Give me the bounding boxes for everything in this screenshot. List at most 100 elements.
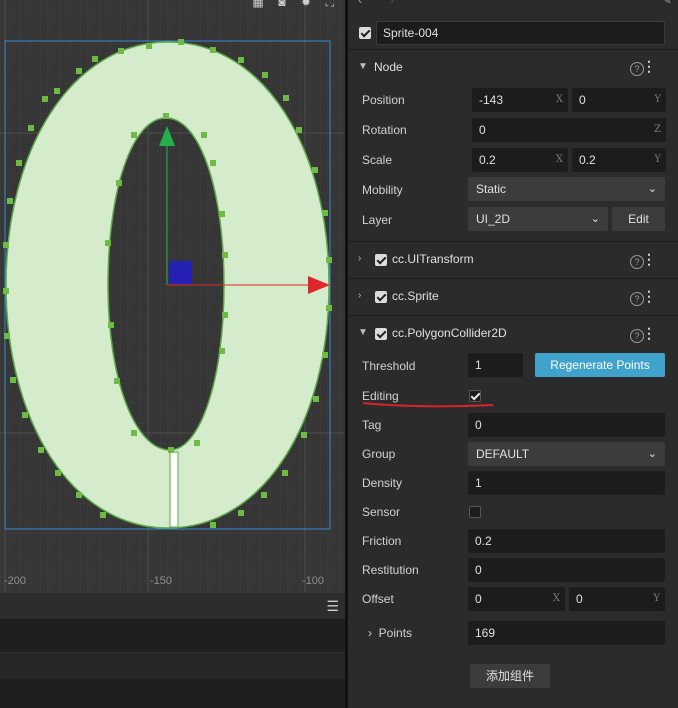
scale-label: Scale [362,153,393,167]
axis-z-letter: Z [654,124,661,135]
rotation-label: Rotation [362,123,407,137]
node-active-checkbox[interactable] [359,27,371,39]
gear-icon[interactable]: ✹ [297,0,315,10]
axis-y-letter: Y [653,593,660,604]
mobility-value: Static [476,182,507,196]
chevron-down-icon: ⌄ [647,183,657,195]
inspector-nav: ‹ › ✎ [348,0,678,8]
points-expander[interactable]: › Points [368,626,412,640]
forward-icon[interactable]: › [390,0,394,7]
scale-x-value: 0.2 [479,153,496,167]
back-icon[interactable]: ‹ [358,0,362,7]
section-title: Node [374,60,403,74]
threshold-label: Threshold [362,359,416,373]
density-label: Density [362,476,403,490]
node-name-input[interactable]: Sprite-004 [376,21,665,45]
uitransform-section-header[interactable]: › cc.UITransform ? ⋮ [348,241,678,278]
dock-row [0,653,345,678]
more-icon[interactable]: ⋮ [642,58,656,75]
scene-canvas[interactable] [0,0,345,593]
layer-select[interactable]: UI_2D ⌄ [468,207,608,231]
rotation-input[interactable]: 0Z [472,118,666,142]
editing-checkbox[interactable] [469,390,481,402]
component-title: cc.PolygonCollider2D [392,326,507,340]
collider-enabled-checkbox[interactable] [375,328,387,340]
threshold-input[interactable]: 1 [468,353,523,377]
sprite-section-header[interactable]: › cc.Sprite ? ⋮ [348,278,678,315]
component-title: cc.Sprite [392,289,439,303]
density-input[interactable]: 1 [468,471,665,495]
chevron-down-icon: ⌄ [590,213,600,225]
mobility-label: Mobility [362,183,403,197]
offset-x-value: 0 [475,592,482,606]
offset-x-input[interactable]: 0X [468,587,565,611]
axis-x-letter: X [555,94,563,105]
chevron-down-icon: ▼ [358,61,368,72]
scale-y-value: 0.2 [579,153,596,167]
axis-label: -200 [4,575,27,587]
pin-icon[interactable]: ✎ [661,0,672,8]
position-y-input[interactable]: 0Y [572,88,666,112]
chevron-down-icon: ▼ [358,327,368,338]
uitransform-enabled-checkbox[interactable] [375,254,387,266]
more-icon[interactable]: ⋮ [642,251,656,268]
bottom-dock: ☰ [0,593,345,708]
scale-x-input[interactable]: 0.2 X [472,148,568,172]
regenerate-points-button[interactable]: Regenerate Points [535,353,665,377]
node-section-header[interactable]: ▼ Node ? ⋮ [348,49,678,86]
friction-input[interactable]: 0.2 [468,529,665,553]
chevron-down-icon: ⌄ [647,448,657,460]
chevron-right-icon: › [358,253,362,264]
friction-label: Friction [362,534,402,548]
axis-y-letter: Y [654,94,661,105]
restitution-label: Restitution [362,563,419,577]
editing-label: Editing [362,389,399,403]
points-label: Points [378,626,413,640]
axis-x-letter: X [555,154,563,165]
rotation-value: 0 [479,123,486,137]
axis-label: -150 [150,575,173,587]
layer-value: UI_2D [476,212,511,226]
transform-icon[interactable]: ⛶ [321,0,339,10]
position-label: Position [362,93,405,107]
group-select[interactable]: DEFAULT ⌄ [468,442,665,466]
inspector-panel: ‹ › ✎ Sprite-004 ▼ Node ? ⋮ Position -14… [348,0,678,708]
grid-icon[interactable]: ▦ [249,0,267,10]
points-count-input[interactable]: 169 [468,621,665,645]
group-label: Group [362,447,396,461]
mobility-select[interactable]: Static ⌄ [468,177,665,201]
offset-y-value: 0 [576,592,583,606]
axis-y-letter: Y [654,154,661,165]
sensor-checkbox[interactable] [469,506,481,518]
layer-label: Layer [362,213,393,227]
gizmo-center [169,261,192,284]
tag-input[interactable]: 0 [468,413,665,437]
position-x-input[interactable]: -143 X [472,88,568,112]
offset-y-input[interactable]: 0Y [569,587,665,611]
dock-header: ☰ [0,593,345,620]
more-icon[interactable]: ⋮ [642,325,656,342]
restitution-input[interactable]: 0 [468,558,665,582]
polygon-seam [169,451,179,528]
dock-row [0,620,345,653]
menu-icon[interactable]: ☰ [326,598,339,615]
scale-y-input[interactable]: 0.2 Y [572,148,666,172]
group-value: DEFAULT [476,447,530,461]
scene-toolbar: ▦ ◙ ✹ ⛶ [249,0,339,10]
axis-x-letter: X [552,593,560,604]
position-y-value: 0 [579,93,586,107]
camera-icon[interactable]: ◙ [273,0,291,10]
scene-view[interactable]: ▦ ◙ ✹ ⛶ -200 -150 -100 [0,0,345,593]
annotation-underline [362,402,494,408]
more-icon[interactable]: ⋮ [642,288,656,305]
sensor-label: Sensor [362,505,401,519]
chevron-right-icon: › [358,290,362,301]
position-x-value: -143 [479,93,504,107]
polygoncollider-section-header[interactable]: ▼ cc.PolygonCollider2D ? ⋮ [348,315,678,352]
sprite-enabled-checkbox[interactable] [375,291,387,303]
add-component-button[interactable]: 添加组件 [470,664,550,688]
tag-label: Tag [362,418,382,432]
component-title: cc.UITransform [392,252,474,266]
layer-edit-button[interactable]: Edit [612,207,665,231]
offset-label: Offset [362,592,394,606]
